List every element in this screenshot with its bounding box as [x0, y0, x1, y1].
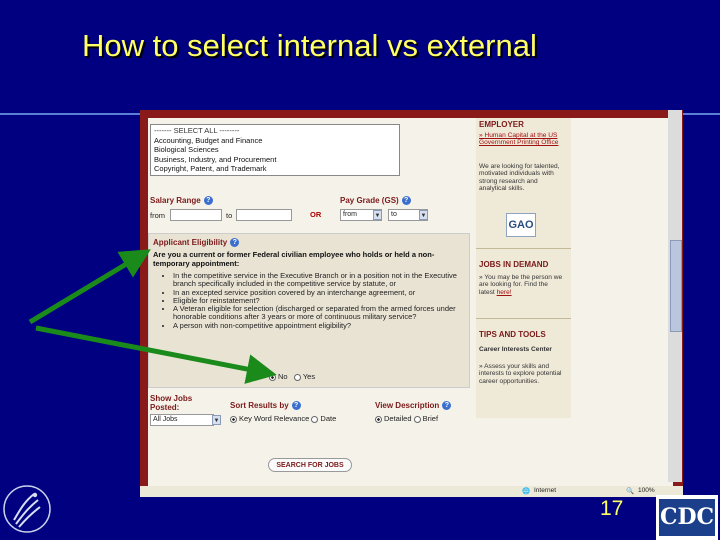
sort-relevance-radio[interactable]	[230, 415, 237, 423]
category-option[interactable]: Copyright, Patent, and Trademark	[154, 164, 396, 174]
tips-and-tools-heading: TIPS AND TOOLS	[479, 330, 546, 339]
sidebar: EMPLOYER » Human Capital at the US Gover…	[476, 118, 571, 418]
tips-text: » Assess your skills and interests to ex…	[479, 363, 562, 385]
vertical-scrollbar[interactable]	[668, 110, 682, 482]
category-option[interactable]: ------- SELECT ALL --------	[154, 126, 396, 136]
sort-results-label: Sort Results by?	[230, 401, 301, 411]
cdc-logo-text: CDC	[659, 499, 715, 536]
gao-logo: GAO	[506, 213, 536, 237]
help-icon[interactable]: ?	[442, 401, 452, 411]
eligibility-no-radio[interactable]	[269, 373, 276, 381]
scrollbar-thumb[interactable]	[670, 240, 682, 332]
employer-link[interactable]: » Human Capital at the US Government Pri…	[479, 132, 565, 147]
salary-from-label: from	[150, 211, 165, 220]
applicant-eligibility-section: Applicant Eligibility? Are you a current…	[148, 233, 470, 388]
view-brief-radio[interactable]	[413, 415, 421, 423]
cdc-logo: CDC	[656, 495, 718, 540]
view-detailed-radio[interactable]	[375, 415, 382, 423]
category-option[interactable]: Biological Sciences	[154, 145, 396, 155]
sort-options: Key Word Relevance Date	[230, 414, 336, 423]
eligibility-criteria-list: In the competitive service in the Execut…	[163, 271, 478, 330]
pay-grade-to-value: to	[391, 211, 397, 218]
browser-status-bar: 🌐 Internet 🔍 100%	[140, 486, 683, 497]
show-jobs-label: Show Jobs Posted:	[150, 394, 193, 412]
salary-from-input[interactable]	[170, 209, 222, 221]
eligibility-yes-label: Yes	[302, 372, 316, 381]
eligibility-yes-radio[interactable]	[293, 373, 301, 381]
sort-date-label: Date	[320, 414, 337, 423]
occupational-category-list[interactable]: ------- SELECT ALL -------- Accounting, …	[150, 124, 400, 176]
zoom-icon: 🔍	[626, 488, 635, 495]
search-for-jobs-button[interactable]: SEARCH FOR JOBS	[268, 458, 352, 472]
sidebar-divider	[476, 318, 571, 319]
employer-heading: EMPLOYER	[479, 120, 524, 129]
help-icon[interactable]: ?	[401, 196, 411, 206]
jobs-in-demand-text: » You may be the person we are looking f…	[479, 274, 563, 296]
employer-text: We are looking for talented, motivated i…	[479, 163, 560, 193]
view-brief-label: Brief	[422, 414, 439, 423]
slide-page-number: 17	[600, 497, 624, 520]
eligibility-criterion: In the competitive service in the Execut…	[173, 271, 478, 289]
jobs-here-link[interactable]: here!	[497, 289, 512, 296]
eligibility-radio-group: No Yes	[269, 372, 315, 381]
eligibility-question: Are you a current or former Federal civi…	[153, 250, 435, 268]
internet-zone-label: Internet	[534, 487, 557, 494]
chevron-down-icon[interactable]: ▼	[373, 210, 382, 220]
help-icon[interactable]: ?	[203, 196, 213, 206]
zoom-level[interactable]: 100%	[638, 487, 655, 494]
category-option[interactable]: Business, Industry, and Procurement	[154, 155, 396, 165]
jobs-in-demand-heading: JOBS IN DEMAND	[479, 260, 549, 269]
show-jobs-select[interactable]: All Jobs	[150, 414, 214, 426]
salary-to-label: to	[226, 211, 233, 220]
chevron-down-icon[interactable]: ▼	[419, 210, 428, 220]
help-icon[interactable]: ?	[230, 238, 240, 248]
sidebar-divider	[476, 248, 571, 249]
sort-date-radio[interactable]	[311, 415, 319, 423]
view-detailed-label: Detailed	[384, 414, 412, 423]
salary-to-input[interactable]	[236, 209, 292, 221]
browser-screenshot: ------- SELECT ALL -------- Accounting, …	[140, 110, 683, 497]
arrow-to-eligibility-title	[28, 249, 151, 325]
show-jobs-value: All Jobs	[153, 416, 178, 423]
pay-grade-label: Pay Grade (GS)?	[340, 196, 411, 206]
eligibility-no-label: No	[278, 372, 288, 381]
internet-zone-icon: 🌐	[522, 488, 531, 495]
chevron-down-icon[interactable]: ▼	[212, 415, 221, 425]
eligibility-criterion: A person with non-competitive appointmen…	[173, 321, 478, 330]
hhs-eagle-logo	[3, 485, 51, 533]
search-form: ------- SELECT ALL -------- Accounting, …	[148, 118, 470, 486]
sort-relevance-label: Key Word Relevance	[239, 414, 310, 423]
web-page: ------- SELECT ALL -------- Accounting, …	[148, 118, 673, 486]
slide-title: How to select internal vs external	[82, 28, 537, 63]
applicant-eligibility-title: Applicant Eligibility?	[153, 238, 240, 248]
view-description-label: View Description?	[375, 401, 452, 411]
or-separator: OR	[310, 210, 322, 219]
salary-range-label: Salary Range?	[150, 196, 213, 206]
view-options: Detailed Brief	[375, 414, 438, 423]
tips-sub-heading: Career Interests Center	[479, 346, 552, 353]
pay-grade-from-value: from	[343, 211, 357, 218]
eligibility-criterion: A Veteran eligible for selection (discha…	[173, 305, 478, 322]
help-icon[interactable]: ?	[291, 401, 301, 411]
category-option[interactable]: Accounting, Budget and Finance	[154, 136, 396, 146]
